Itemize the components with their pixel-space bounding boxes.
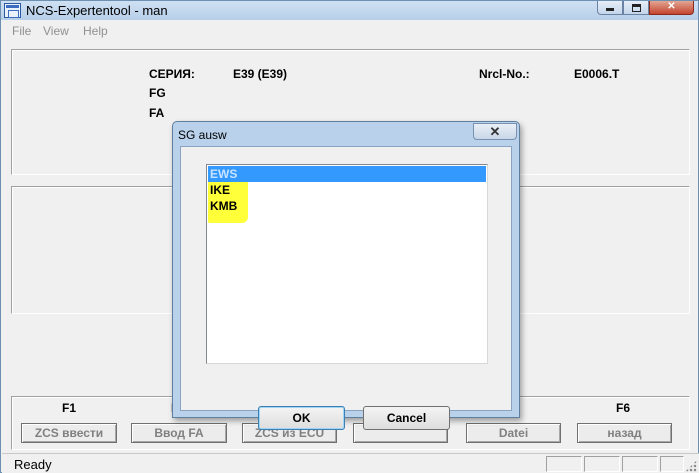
f1-button[interactable]: ZCS ввести [21, 423, 117, 443]
status-cell-3 [622, 456, 658, 472]
dialog-close-button[interactable]: ✕ [473, 123, 517, 140]
status-cell-4 [660, 456, 684, 472]
ecu-listbox[interactable]: EWS IKE KMB [206, 164, 488, 364]
maximize-icon [631, 4, 641, 12]
f2-button[interactable]: Ввод FA [131, 423, 227, 443]
window-title: NCS-Expertentool - man [26, 3, 168, 18]
f6-button[interactable]: назад [577, 423, 672, 443]
status-cell-2 [584, 456, 620, 472]
f6-label: F6 [616, 401, 631, 415]
series-value: E39 (E39) [233, 67, 288, 81]
sg-select-dialog: SG ausw ✕ EWS IKE KMB OK Cancel [172, 121, 520, 430]
close-icon: ✕ [667, 1, 676, 12]
minimize-icon [606, 8, 614, 11]
close-icon: ✕ [489, 124, 501, 139]
status-bar: Ready [2, 453, 699, 473]
status-text: Ready [14, 457, 52, 472]
f5-button[interactable]: Datei [466, 423, 561, 443]
series-label: СЕРИЯ: [149, 67, 195, 81]
f1-label: F1 [62, 401, 77, 415]
dialog-client-area: EWS IKE KMB OK Cancel [180, 146, 512, 430]
minimize-button[interactable] [597, 1, 623, 15]
resize-grip-icon[interactable] [685, 460, 697, 472]
app-icon [4, 3, 21, 18]
cancel-button[interactable]: Cancel [363, 406, 450, 430]
title-bar[interactable]: NCS-Expertentool - man ✕ [1, 1, 698, 20]
dialog-title: SG ausw [178, 128, 227, 142]
status-cell-1 [546, 456, 582, 472]
window-close-button[interactable]: ✕ [649, 1, 694, 15]
menu-view[interactable]: View [43, 24, 69, 38]
fa-label: FA [149, 106, 165, 120]
list-item[interactable]: IKE [208, 182, 486, 198]
list-item[interactable]: EWS [208, 166, 486, 182]
nrcl-value: E0006.T [574, 67, 620, 81]
maximize-button[interactable] [623, 1, 649, 15]
menu-help[interactable]: Help [83, 24, 108, 38]
menu-file[interactable]: File [12, 24, 31, 38]
nrcl-label: Nrcl-No.: [479, 67, 530, 81]
ok-button[interactable]: OK [258, 406, 345, 430]
fg-label: FG [149, 86, 166, 100]
list-item[interactable]: KMB [208, 198, 486, 214]
menu-bar: File View Help [2, 21, 697, 41]
